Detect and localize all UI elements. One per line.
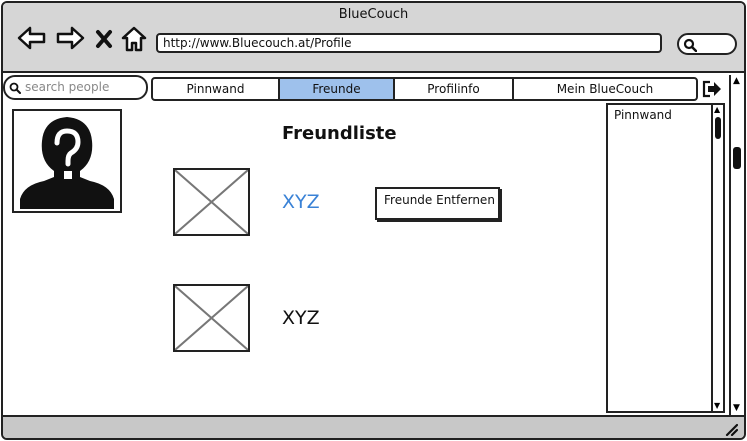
resize-handle-icon[interactable]	[724, 422, 738, 436]
unknown-person-icon	[20, 117, 114, 209]
search-icon	[9, 82, 21, 94]
forward-arrow-icon[interactable]	[55, 25, 85, 51]
scroll-up-icon[interactable]: ▲	[733, 77, 740, 86]
url-input[interactable]: http://www.Bluecouch.at/Profile	[156, 33, 662, 53]
pinnwand-side-panel: Pinnwand ▲ ▼	[606, 103, 725, 413]
search-people-input[interactable]: search people	[3, 75, 148, 100]
scroll-thumb[interactable]	[733, 147, 741, 169]
close-x-icon[interactable]	[95, 29, 113, 49]
scroll-down-icon[interactable]: ▼	[733, 404, 740, 413]
tab-pinnwand[interactable]: Pinnwand	[153, 79, 280, 99]
scroll-thumb[interactable]	[715, 117, 721, 139]
scroll-down-icon[interactable]: ▼	[714, 402, 720, 410]
friend-image-placeholder[interactable]	[173, 284, 250, 352]
remove-friend-button[interactable]: Freunde Entfernen	[375, 187, 500, 220]
image-placeholder-icon	[174, 285, 249, 351]
image-placeholder-icon	[174, 169, 249, 235]
browser-titlebar: BlueCouch http://www.Bluecouch.at/Profil…	[3, 3, 744, 73]
home-icon[interactable]	[121, 25, 147, 53]
side-panel-scrollbar[interactable]: ▲ ▼	[711, 105, 723, 411]
logout-icon[interactable]	[701, 79, 723, 99]
profile-avatar	[12, 109, 122, 213]
tab-freunde[interactable]: Freunde	[280, 79, 395, 99]
browser-window: BlueCouch http://www.Bluecouch.at/Profil…	[1, 1, 746, 440]
friend-list-heading: Freundliste	[282, 123, 397, 144]
side-panel-title: Pinnwand	[614, 108, 672, 122]
friend-name-link[interactable]: XYZ	[282, 191, 320, 213]
scroll-up-icon[interactable]: ▲	[714, 106, 720, 114]
window-title: BlueCouch	[338, 7, 409, 22]
main-scrollbar[interactable]: ▲ ▼	[729, 75, 744, 415]
back-arrow-icon[interactable]	[17, 25, 47, 51]
search-icon	[683, 38, 697, 52]
friend-image-placeholder[interactable]	[173, 168, 250, 236]
browser-status-bar	[3, 415, 744, 438]
friend-name: XYZ	[282, 307, 320, 329]
tab-mein-bluecouch[interactable]: Mein BlueCouch	[514, 79, 696, 99]
tab-profilinfo[interactable]: Profilinfo	[395, 79, 514, 99]
browser-search-field[interactable]	[677, 33, 737, 55]
main-tab-bar: Pinnwand Freunde Profilinfo Mein BlueCou…	[151, 77, 698, 101]
